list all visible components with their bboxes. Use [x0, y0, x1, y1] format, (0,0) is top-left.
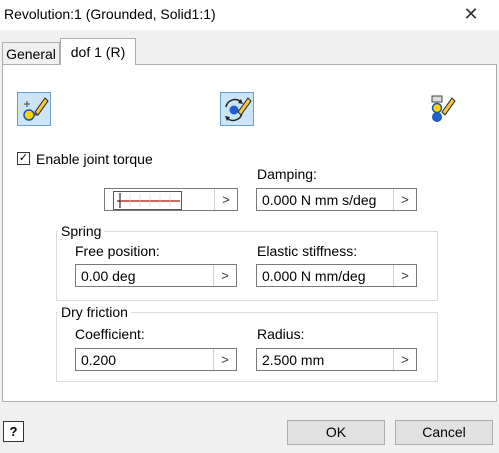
coefficient-label: Coefficient:	[75, 326, 145, 342]
coefficient-value: 0.200	[81, 352, 117, 368]
cancel-button[interactable]: Cancel	[395, 420, 493, 445]
elastic-stiffness-arrow-button[interactable]: >	[393, 265, 416, 286]
ok-button[interactable]: OK	[287, 420, 385, 445]
dry-friction-group-title: Dry friction	[58, 304, 131, 320]
tab-dof-1[interactable]: dof 1 (R)	[60, 38, 136, 65]
radius-arrow-button[interactable]: >	[393, 349, 416, 370]
radius-field[interactable]: 2.500 mm >	[256, 348, 417, 371]
driven-dof-button[interactable]	[220, 92, 254, 126]
free-dof-icon	[23, 97, 49, 121]
free-dof-button[interactable]	[17, 92, 51, 126]
curve-graph-icon	[117, 193, 180, 208]
radius-label: Radius:	[257, 326, 305, 342]
torque-curve-preview	[113, 191, 182, 210]
damping-arrow-button[interactable]: >	[393, 189, 416, 210]
damping-label: Damping:	[257, 166, 317, 182]
locked-dof-button[interactable]	[424, 92, 458, 126]
free-position-value: 0.00 deg	[81, 268, 136, 284]
enable-joint-torque-label: Enable joint torque	[36, 151, 153, 167]
coefficient-field[interactable]: 0.200 >	[75, 348, 237, 371]
driven-dof-icon	[225, 97, 252, 122]
locked-dof-icon	[431, 95, 456, 122]
close-button[interactable]: ✕	[459, 3, 483, 25]
radius-value: 2.500 mm	[262, 352, 325, 368]
dry-friction-group	[56, 312, 438, 382]
free-position-arrow-button[interactable]: >	[213, 265, 236, 286]
torque-curve-field[interactable]: >	[104, 188, 238, 211]
damping-value: 0.000 N mm s/deg	[262, 192, 377, 208]
damping-field[interactable]: 0.000 N mm s/deg >	[256, 188, 417, 211]
free-position-label: Free position:	[75, 243, 160, 259]
torque-curve-arrow-button[interactable]: >	[214, 189, 237, 210]
window-title: Revolution:1 (Grounded, Solid1:1)	[4, 6, 216, 22]
elastic-stiffness-field[interactable]: 0.000 N mm/deg >	[256, 264, 417, 287]
elastic-stiffness-label: Elastic stiffness:	[257, 243, 358, 259]
spring-group-title: Spring	[58, 223, 105, 239]
coefficient-arrow-button[interactable]: >	[213, 349, 236, 370]
tab-general[interactable]: General	[2, 42, 60, 64]
elastic-stiffness-value: 0.000 N mm/deg	[262, 268, 366, 284]
enable-joint-torque-checkbox[interactable]: ✓	[17, 152, 30, 165]
free-position-field[interactable]: 0.00 deg >	[75, 264, 237, 287]
help-button[interactable]: ?	[3, 421, 24, 442]
